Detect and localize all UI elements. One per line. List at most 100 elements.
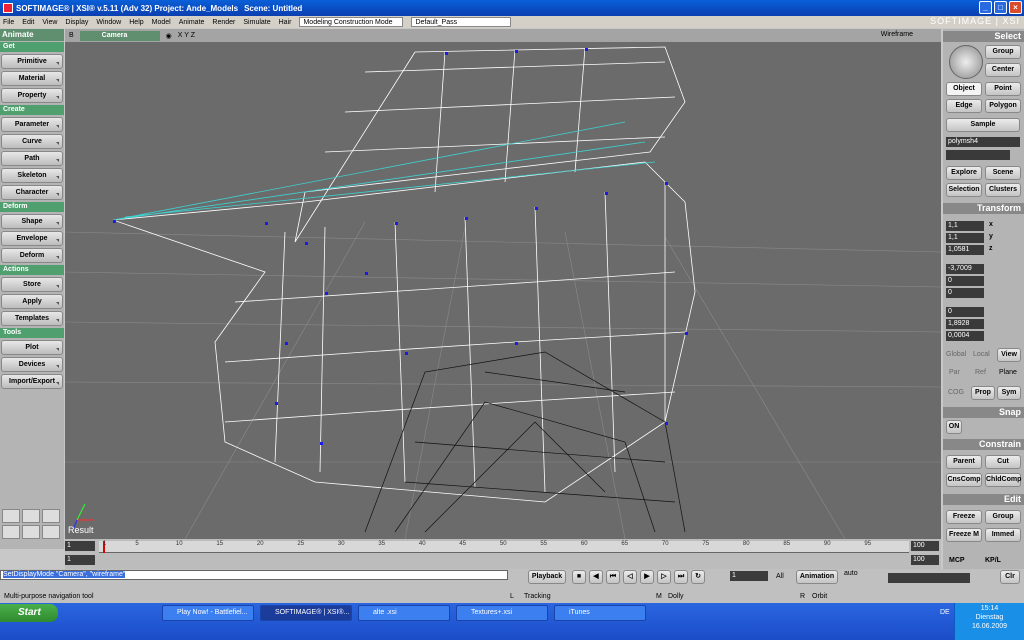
layout-icon[interactable] [42, 525, 60, 539]
translate-y-field[interactable]: 1,8928 [946, 319, 984, 329]
next-key-icon[interactable]: ▷ [657, 570, 671, 584]
skeleton-button[interactable]: Skeleton [1, 168, 63, 183]
start-button[interactable]: Start [0, 604, 58, 622]
plane-toggle[interactable]: Plane [999, 369, 1017, 376]
language-indicator[interactable]: DE [940, 609, 950, 616]
viewport-letter-b[interactable]: B [69, 32, 74, 39]
sym-button[interactable]: Sym [997, 386, 1021, 400]
translate-x-field[interactable]: 0 [946, 307, 984, 317]
freeze-m-button[interactable]: Freeze M [946, 528, 982, 542]
playback-button[interactable]: Playback [528, 570, 566, 584]
shape-button[interactable]: Shape [1, 214, 63, 229]
timeline-ruler[interactable]: 1 5 10 15 20 25 30 35 40 45 50 55 60 65 70 75 80 85 90 95 [99, 541, 909, 553]
wireframe-canvas[interactable] [65, 42, 941, 539]
menu-file[interactable]: File [3, 19, 14, 26]
pass-dropdown[interactable]: Default_Pass [411, 17, 512, 27]
explore-button[interactable]: Explore [946, 166, 982, 180]
material-button[interactable]: Material [1, 71, 63, 86]
store-button[interactable]: Store [1, 277, 63, 292]
toolbar-mode-selector[interactable]: Animate [0, 29, 64, 41]
parameter-button[interactable]: Parameter [1, 117, 63, 132]
prop-button[interactable]: Prop [971, 386, 995, 400]
object-name-field[interactable]: polymsh4 [946, 137, 1020, 147]
view-toggle[interactable]: View [997, 348, 1021, 362]
system-tray-clock[interactable]: 15:14 Dienstag 16.06.2009 [954, 603, 1024, 640]
menu-display[interactable]: Display [65, 19, 88, 26]
property-button[interactable]: Property [1, 88, 63, 103]
par-toggle[interactable]: Par [949, 369, 960, 376]
cog-toggle[interactable]: COG [948, 389, 964, 396]
task-battlefield[interactable]: Play Now! - Battlefiel... [162, 605, 254, 621]
import-export-button[interactable]: Import/Export [1, 374, 63, 389]
scale-y-field[interactable]: 1,1 [946, 233, 984, 243]
kpl-tab[interactable]: KP/L [985, 557, 1001, 564]
task-itunes[interactable]: iTunes [554, 605, 646, 621]
apply-button[interactable]: Apply [1, 294, 63, 309]
end-frame-field[interactable]: 100 [911, 541, 939, 551]
global-toggle[interactable]: Global [946, 351, 966, 358]
layout-icon[interactable] [22, 525, 40, 539]
object-button[interactable]: Object [946, 82, 982, 96]
envelope-button[interactable]: Envelope [1, 231, 63, 246]
start-frame-field[interactable]: 1 [65, 541, 95, 551]
step-back-icon[interactable]: ◀ [589, 570, 603, 584]
animation-button[interactable]: Animation [796, 570, 838, 584]
path-button[interactable]: Path [1, 151, 63, 166]
local-toggle[interactable]: Local [973, 351, 990, 358]
3d-viewport[interactable]: B Camera ◉ X Y Z Wireframe Result [65, 29, 941, 539]
auto-key-toggle[interactable]: auto [844, 570, 858, 577]
childcomp-button[interactable]: ChldComp [985, 473, 1021, 487]
all-button[interactable]: All [776, 573, 784, 580]
fast-forward-icon[interactable]: ⏭ [674, 570, 688, 584]
templates-button[interactable]: Templates [1, 311, 63, 326]
rotate-y-field[interactable]: 0 [946, 276, 984, 286]
eye-icon[interactable]: ◉ [166, 32, 172, 40]
layout-dropdown[interactable]: Modeling Construction Mode [299, 17, 404, 27]
edge-button[interactable]: Edge [946, 99, 982, 113]
menu-simulate[interactable]: Simulate [243, 19, 270, 26]
immed-button[interactable]: Immed [985, 528, 1021, 542]
menu-edit[interactable]: Edit [22, 19, 34, 26]
axes-label[interactable]: X Y Z [178, 32, 195, 39]
point-button[interactable]: Point [985, 82, 1021, 96]
menu-animate[interactable]: Animate [179, 19, 205, 26]
play-icon[interactable]: ▶ [640, 570, 654, 584]
menu-view[interactable]: View [42, 19, 57, 26]
scale-x-field[interactable]: 1,1 [946, 221, 984, 231]
group-button[interactable]: Group [985, 45, 1021, 59]
parent-button[interactable]: Parent [946, 455, 982, 469]
command-line-input[interactable]: SetDisplayMode "Camera", "wireframe" [0, 570, 508, 580]
start-frame-field-2[interactable]: 1 [65, 555, 95, 565]
camera-dropdown[interactable]: Camera [79, 30, 160, 41]
menu-model[interactable]: Model [152, 19, 171, 26]
end-frame-field-2[interactable]: 100 [911, 555, 939, 565]
filter-field[interactable] [946, 150, 1010, 160]
ref-toggle[interactable]: Ref [975, 369, 986, 376]
layout-icon[interactable] [2, 509, 20, 523]
character-button[interactable]: Character [1, 185, 63, 200]
loop-icon[interactable]: ↻ [691, 570, 705, 584]
polygon-button[interactable]: Polygon [985, 99, 1021, 113]
snap-on-toggle[interactable]: ON [946, 420, 962, 434]
select-arrow-icon[interactable] [949, 45, 983, 79]
layout-icon[interactable] [22, 509, 40, 523]
close-button[interactable]: × [1009, 1, 1022, 14]
selection-button[interactable]: Selection [946, 183, 982, 197]
task-alte-xsi[interactable]: alte .xsi [358, 605, 450, 621]
current-frame-field[interactable]: 1 [730, 571, 768, 581]
minimize-button[interactable]: _ [979, 1, 992, 14]
key-slider[interactable] [888, 573, 970, 583]
center-button[interactable]: Center [985, 63, 1021, 77]
maximize-button[interactable]: □ [994, 1, 1007, 14]
clr-button[interactable]: Clr [1000, 570, 1020, 584]
rewind-icon[interactable]: ⏮ [606, 570, 620, 584]
curve-button[interactable]: Curve [1, 134, 63, 149]
clusters-button[interactable]: Clusters [985, 183, 1021, 197]
display-mode-menu[interactable]: Wireframe [881, 31, 913, 38]
group-edit-button[interactable]: Group [985, 510, 1021, 524]
cut-button[interactable]: Cut [985, 455, 1021, 469]
deform-button[interactable]: Deform [1, 248, 63, 263]
layout-icon[interactable] [42, 509, 60, 523]
menu-render[interactable]: Render [212, 19, 235, 26]
layout-icon[interactable] [2, 525, 20, 539]
